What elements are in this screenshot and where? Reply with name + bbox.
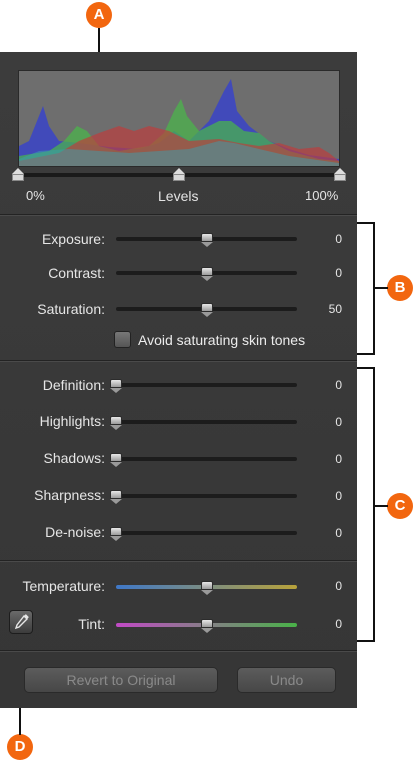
callout-b-line [374, 287, 388, 289]
definition-label: Definition: [42, 377, 105, 393]
denoise-slider-knob[interactable] [110, 527, 122, 541]
definition-slider-track[interactable] [116, 383, 297, 387]
highlights-slider-knob[interactable] [110, 416, 122, 430]
shadows-slider-knob[interactable] [110, 453, 122, 467]
sharpness-value: 0 [335, 489, 342, 503]
levels-min-label: 0% [26, 188, 45, 203]
levels-max-label: 100% [305, 188, 339, 203]
skin-tones-label[interactable]: Avoid saturating skin tones [138, 332, 305, 348]
revert-to-original-button[interactable]: Revert to Original [24, 667, 218, 693]
saturation-slider-knob[interactable] [201, 303, 213, 317]
levels-white-point-handle[interactable] [334, 168, 346, 182]
callout-b: B [387, 275, 413, 301]
denoise-value: 0 [335, 526, 342, 540]
temperature-label: Temperature: [22, 578, 105, 594]
callout-c: C [387, 493, 413, 519]
sharpness-label: Sharpness: [34, 487, 105, 503]
contrast-slider-knob[interactable] [201, 267, 213, 281]
shadows-slider-track[interactable] [116, 457, 297, 461]
skin-tones-checkbox[interactable] [114, 331, 131, 348]
highlights-slider-track[interactable] [116, 420, 297, 424]
tint-value: 0 [335, 617, 342, 631]
tint-label: Tint: [78, 616, 105, 632]
separator [0, 650, 357, 652]
callout-c-line [374, 505, 388, 507]
saturation-label: Saturation: [37, 301, 105, 317]
undo-button[interactable]: Undo [237, 667, 336, 693]
callout-d: D [7, 734, 33, 760]
levels-title: Levels [158, 188, 199, 204]
separator [0, 360, 357, 362]
exposure-value: 0 [335, 232, 342, 246]
definition-value: 0 [335, 378, 342, 392]
tint-slider-knob[interactable] [201, 619, 213, 633]
saturation-value: 50 [328, 302, 342, 316]
shadows-label: Shadows: [43, 450, 105, 466]
contrast-label: Contrast: [48, 265, 105, 281]
highlights-value: 0 [335, 415, 342, 429]
temperature-slider-knob[interactable] [201, 581, 213, 595]
levels-midpoint-handle[interactable] [173, 168, 185, 182]
separator [0, 560, 357, 562]
separator [0, 214, 357, 216]
contrast-value: 0 [335, 266, 342, 280]
temperature-value: 0 [335, 579, 342, 593]
sharpness-slider-knob[interactable] [110, 490, 122, 504]
levels-black-point-handle[interactable] [12, 168, 24, 182]
denoise-label: De-noise: [45, 524, 105, 540]
denoise-slider-track[interactable] [116, 531, 297, 535]
shadows-value: 0 [335, 452, 342, 466]
histogram-graph [19, 79, 339, 166]
callout-a: A [86, 2, 112, 28]
sharpness-slider-track[interactable] [116, 494, 297, 498]
definition-slider-knob[interactable] [110, 379, 122, 393]
exposure-slider-knob[interactable] [201, 233, 213, 247]
histogram [18, 70, 340, 167]
highlights-label: Highlights: [39, 413, 105, 429]
exposure-label: Exposure: [41, 231, 105, 247]
